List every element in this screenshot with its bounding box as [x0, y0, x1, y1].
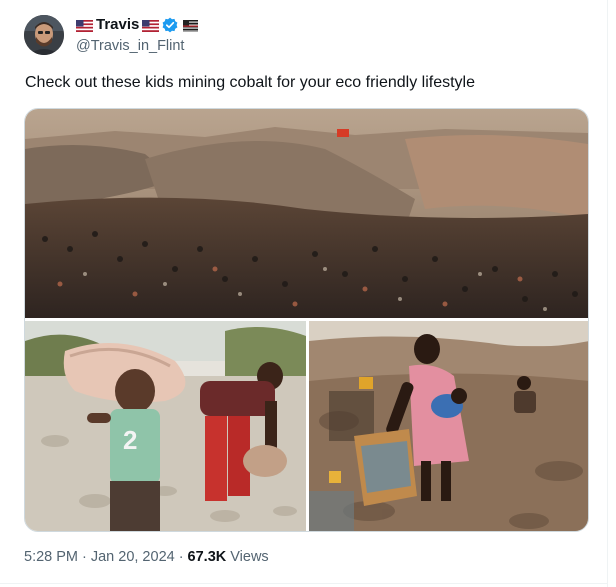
avatar[interactable] — [24, 15, 64, 55]
tweet-text: Check out these kids mining cobalt for y… — [25, 74, 475, 91]
tweet-card[interactable]: Travis @Travis_in_Flint Check out these … — [0, 0, 616, 587]
views-label[interactable]: Views — [230, 549, 268, 565]
svg-text:2: 2 — [123, 425, 137, 455]
views-count[interactable]: 67.3K — [188, 549, 227, 565]
photo-woman-with-baby[interactable] — [309, 321, 588, 531]
verified-badge-icon[interactable] — [162, 17, 178, 33]
author-name-row[interactable]: Travis — [76, 16, 199, 34]
flag-icon — [183, 19, 199, 32]
author-display-name[interactable]: Travis — [96, 16, 139, 34]
tweet-meta: 5:28 PM · Jan 20, 2024 · 67.3K Views — [24, 547, 269, 567]
tweet-date[interactable]: Jan 20, 2024 — [91, 549, 175, 565]
meta-separator: · — [178, 549, 184, 565]
media-grid[interactable]: 2 — [24, 108, 589, 532]
us-flag-icon — [76, 19, 93, 32]
tweet-time[interactable]: 5:28 PM — [24, 549, 78, 565]
author-handle[interactable]: @Travis_in_Flint — [76, 37, 184, 55]
meta-separator: · — [82, 549, 87, 565]
photo-mine-crowd[interactable] — [25, 109, 588, 318]
divider — [607, 0, 608, 587]
divider — [0, 583, 607, 584]
us-flag-icon — [142, 19, 160, 32]
photo-boy-carrying-sack[interactable]: 2 — [25, 321, 306, 531]
